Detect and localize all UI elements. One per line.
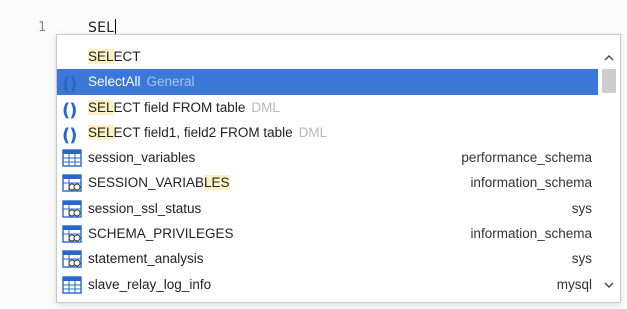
item-text: ectAll xyxy=(107,74,141,90)
item-schema: sys xyxy=(571,200,592,216)
list-item[interactable]: () SELECT field1, field2 FROM table DML xyxy=(57,120,598,145)
item-label: SCHEMA_PRIVILEGES xyxy=(88,226,234,242)
item-hint: DML xyxy=(298,124,328,140)
view-icon xyxy=(62,250,82,269)
list-item[interactable]: SESSION_VARIABLES information_schema xyxy=(57,170,598,195)
item-schema: performance_schema xyxy=(461,150,592,166)
item-label: SESSION_VARIABLES xyxy=(88,170,230,195)
item-label: SELECT xyxy=(88,44,141,69)
item-hint: DML xyxy=(251,99,280,115)
view-icon xyxy=(62,225,82,243)
item-label: statement_analysis xyxy=(88,251,204,267)
scroll-down-arrow-icon[interactable] xyxy=(598,276,620,294)
match-highlight: LES xyxy=(204,175,230,191)
list-item[interactable]: SCHEMA_PRIVILEGES information_schema xyxy=(57,221,598,246)
list-item[interactable]: () SELECT field FROM table DML xyxy=(57,95,598,120)
line-number: 1 xyxy=(38,20,46,35)
list-item[interactable]: slave_relay_log_info mysql xyxy=(57,272,598,297)
parentheses-icon: () xyxy=(62,74,77,96)
item-schema: sys xyxy=(571,251,592,267)
match-highlight: SEL xyxy=(88,124,114,140)
scroll-thumb[interactable] xyxy=(602,69,616,93)
table-icon xyxy=(62,275,82,294)
item-label: slave_relay_log_info xyxy=(88,276,212,292)
item-schema: information_schema xyxy=(470,226,592,242)
item-label: session_ssl_status xyxy=(88,200,202,216)
autocomplete-popup[interactable]: SELECT () SelectAll General () SELECT fie… xyxy=(56,34,621,303)
match-highlight: SEL xyxy=(88,49,114,64)
item-text: ECT xyxy=(113,49,141,64)
list-item-selected[interactable]: () SelectAll General xyxy=(57,69,598,96)
item-text: ECT field FROM table xyxy=(113,99,246,115)
list-item[interactable]: statement_analysis sys xyxy=(57,246,598,271)
vertical-scrollbar[interactable] xyxy=(598,35,620,302)
view-icon xyxy=(62,174,82,193)
match-highlight: SEL xyxy=(88,99,114,115)
item-label: SelectAll General xyxy=(88,69,195,94)
scroll-up-arrow-icon[interactable] xyxy=(598,49,620,67)
item-schema: mysql xyxy=(556,276,592,292)
table-icon xyxy=(62,149,82,167)
match-highlight: Sel xyxy=(88,74,108,90)
list-item[interactable]: session_variables performance_schema xyxy=(57,145,598,170)
item-text: SESSION_VARIAB xyxy=(88,175,205,191)
parentheses-icon: () xyxy=(62,99,77,121)
text-caret xyxy=(115,19,117,35)
view-icon xyxy=(62,200,82,218)
list-item[interactable]: session_ssl_status sys xyxy=(57,196,598,221)
parentheses-icon: () xyxy=(62,124,77,146)
item-text: ECT field1, field2 FROM table xyxy=(113,124,293,140)
item-label: SELECT field1, field2 FROM table DML xyxy=(88,120,327,145)
list-item[interactable]: SELECT xyxy=(57,44,598,69)
item-label: SELECT field FROM table DML xyxy=(88,95,280,120)
item-label: session_variables xyxy=(88,150,196,166)
item-hint: General xyxy=(146,74,195,90)
item-schema: information_schema xyxy=(470,175,592,191)
autocomplete-list: SELECT () SelectAll General () SELECT fie… xyxy=(57,35,598,302)
